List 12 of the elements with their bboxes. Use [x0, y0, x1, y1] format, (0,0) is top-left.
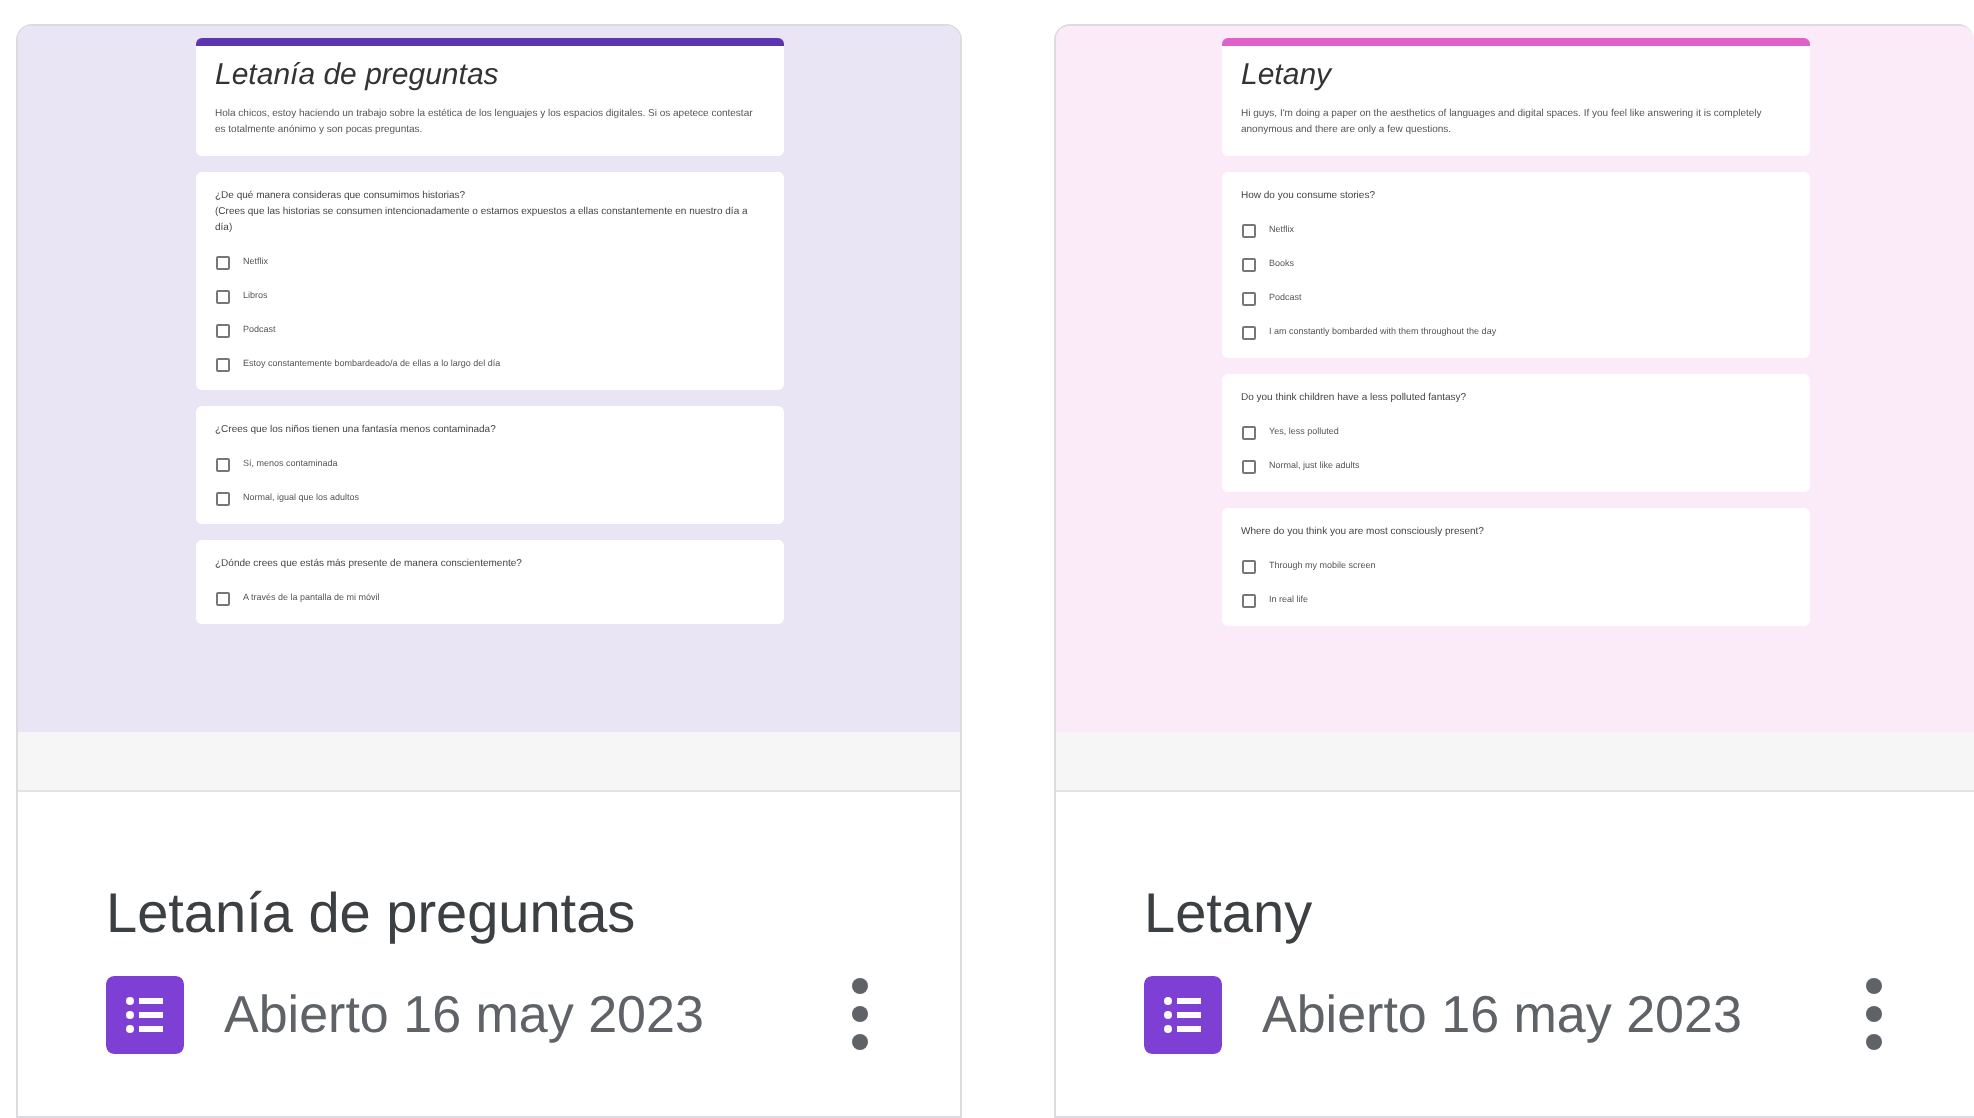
opened-date: Abierto 16 may 2023 [1262, 981, 1742, 1048]
form-title: Letanía de preguntas [215, 60, 501, 93]
form-card[interactable] [1054, 24, 1974, 1118]
card-title: Letanía de preguntas [106, 880, 638, 948]
opened-date: Abierto 16 may 2023 [224, 981, 704, 1048]
card-title: Letany [1144, 880, 1315, 948]
more-menu-icon[interactable] [852, 978, 868, 1051]
forms-icon [106, 975, 184, 1054]
form-title: Letany [1241, 60, 1335, 93]
form-card[interactable] [16, 24, 962, 1118]
more-menu-icon[interactable] [1866, 978, 1882, 1051]
forms-icon [1144, 975, 1222, 1054]
